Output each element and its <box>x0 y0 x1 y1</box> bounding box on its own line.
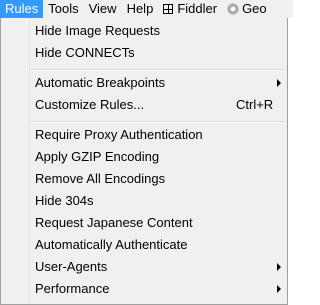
menu-item-customize-rules[interactable]: Customize Rules... Ctrl+R <box>3 94 285 116</box>
menu-item-label: User-Agents <box>35 259 108 274</box>
geo-icon <box>227 3 240 15</box>
menu-separator <box>31 121 285 123</box>
menu-item-hide-image-requests[interactable]: Hide Image Requests <box>3 20 285 42</box>
menu-item-label: Automatic Breakpoints <box>35 75 166 90</box>
menu-view[interactable]: View <box>84 0 122 18</box>
menu-item-apply-gzip-encoding[interactable]: Apply GZIP Encoding <box>3 146 285 168</box>
menu-fiddler[interactable]: Fiddler <box>158 0 222 18</box>
submenu-arrow-icon <box>277 79 281 87</box>
menu-item-label: Require Proxy Authentication <box>35 127 203 142</box>
menu-separator <box>31 69 285 71</box>
menu-geo[interactable]: Geo <box>222 0 272 18</box>
menu-item-require-proxy-authentication[interactable]: Require Proxy Authentication <box>3 124 285 146</box>
menu-item-user-agents[interactable]: User-Agents <box>3 256 285 278</box>
menu-item-performance[interactable]: Performance <box>3 278 285 300</box>
menu-item-label: Customize Rules... <box>35 97 145 112</box>
menu-geo-label: Geo <box>242 1 267 16</box>
menu-tools[interactable]: Tools <box>43 0 83 18</box>
menu-fiddler-label: Fiddler <box>177 1 218 16</box>
submenu-arrow-icon <box>277 285 281 293</box>
menu-item-label: Hide Image Requests <box>35 23 161 38</box>
menu-item-label: Automatically Authenticate <box>35 237 188 252</box>
fiddler-icon <box>163 4 174 14</box>
menu-item-request-japanese-content[interactable]: Request Japanese Content <box>3 212 285 234</box>
menu-bar: Rules Tools View Help Fiddler Geo <box>0 0 293 18</box>
menu-item-label: Hide 304s <box>35 193 94 208</box>
menu-item-hide-connects[interactable]: Hide CONNECTs <box>3 42 285 64</box>
menu-item-shortcut: Ctrl+R <box>236 97 274 112</box>
menu-item-label: Remove All Encodings <box>35 171 166 186</box>
submenu-arrow-icon <box>277 263 281 271</box>
menu-item-automatically-authenticate[interactable]: Automatically Authenticate <box>3 234 285 256</box>
menu-item-automatic-breakpoints[interactable]: Automatic Breakpoints <box>3 72 285 94</box>
menu-item-label: Hide CONNECTs <box>35 45 135 60</box>
menu-help[interactable]: Help <box>122 0 159 18</box>
menu-item-remove-all-encodings[interactable]: Remove All Encodings <box>3 168 285 190</box>
menu-item-label: Request Japanese Content <box>35 215 193 230</box>
menu-rules[interactable]: Rules <box>0 0 44 18</box>
menu-item-label: Apply GZIP Encoding <box>35 149 160 164</box>
menu-item-hide-304s[interactable]: Hide 304s <box>3 190 285 212</box>
rules-dropdown-menu: Hide Image Requests Hide CONNECTs Automa… <box>0 18 288 305</box>
menu-item-label: Performance <box>35 281 110 296</box>
